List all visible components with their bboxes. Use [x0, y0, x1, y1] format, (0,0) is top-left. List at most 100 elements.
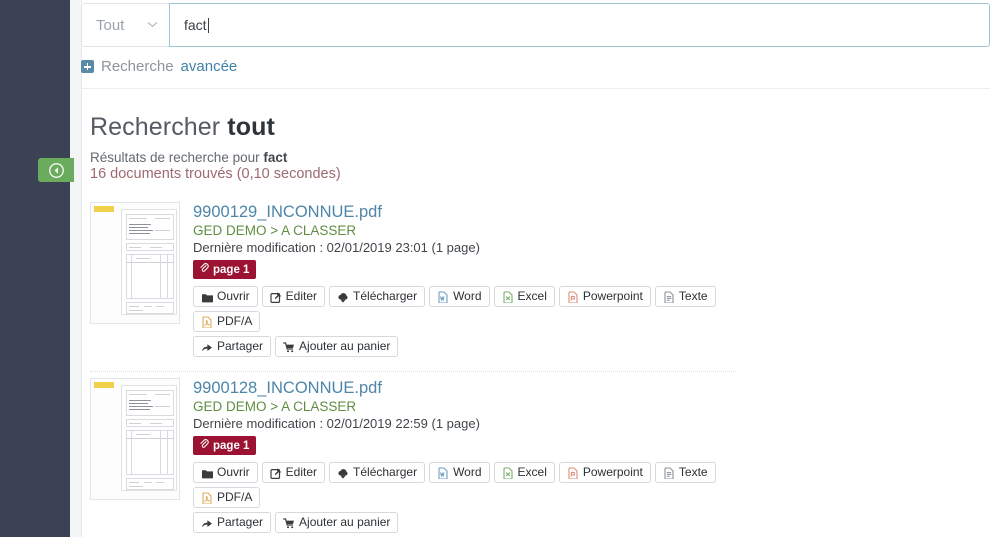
file-excel-icon [502, 466, 514, 479]
pdfa-button-label: PDF/A [217, 314, 253, 328]
edit-button[interactable]: Editer [261, 462, 326, 483]
secondary-action-row: Partager Ajouter au panier [193, 512, 736, 533]
thumbnail-page-preview [121, 385, 177, 491]
primary-action-row: Ouvrir Editer Télécharger Word Excel Powerpoi… [193, 286, 736, 332]
result-title-link[interactable]: 9900129_INCONNUE.pdf [193, 203, 736, 222]
advanced-search-toggle[interactable]: Recherche avancée [81, 58, 237, 75]
word-button-label: Word [453, 289, 482, 303]
results-list: 9900129_INCONNUE.pdf GED DEMO > A CLASSE… [90, 196, 990, 537]
powerpoint-button[interactable]: Powerpoint [558, 286, 651, 307]
open-button-label: Ouvrir [217, 289, 250, 303]
result-modified-meta: Dernière modification : 02/01/2019 22:59… [193, 416, 480, 431]
edit-button-label: Editer [285, 289, 318, 303]
share-button[interactable]: Partager [193, 512, 272, 533]
results-subtitle: Résultats de recherche pour fact [90, 150, 990, 165]
open-button[interactable]: Ouvrir [193, 286, 258, 307]
advanced-search-label-1: Recherche [101, 58, 174, 75]
file-text-icon [663, 290, 675, 303]
search-scope-value: Tout [96, 16, 125, 34]
cloud-download-icon [337, 291, 349, 303]
search-input-value: fact [184, 17, 207, 33]
arrow-circle-left-icon [48, 162, 64, 178]
thumbnail-page-preview [121, 209, 177, 315]
download-button-label: Télécharger [353, 465, 418, 479]
search-scope-select[interactable]: Tout [81, 3, 169, 47]
result-title-link[interactable]: 9900128_INCONNUE.pdf [193, 379, 736, 398]
open-button[interactable]: Ouvrir [193, 462, 258, 483]
primary-action-row: Ouvrir Editer Télécharger Word Excel Powerpoi… [193, 462, 736, 508]
results-subtitle-prefix: Résultats de recherche pour [90, 150, 260, 165]
edit-button[interactable]: Editer [261, 286, 326, 307]
share-button-label: Partager [217, 515, 264, 529]
excel-button-label: Excel [517, 289, 547, 303]
sidebar-collapse-button[interactable] [38, 158, 74, 182]
pdfa-button[interactable]: PDF/A [193, 487, 261, 508]
excel-button[interactable]: Excel [493, 286, 555, 307]
results-subtitle-query: fact [263, 150, 288, 165]
text-button-label: Texte [678, 289, 708, 303]
download-button[interactable]: Télécharger [329, 462, 426, 483]
cloud-download-icon [337, 467, 349, 479]
results-count: 16 documents trouvés (0,10 secondes) [90, 166, 341, 182]
add-to-cart-button-label: Ajouter au panier [299, 339, 391, 353]
result-page-badge-label: page 1 [213, 263, 250, 276]
powerpoint-button[interactable]: Powerpoint [558, 462, 651, 483]
result-modified-meta: Dernière modification : 02/01/2019 23:01… [193, 240, 480, 255]
text-button[interactable]: Texte [654, 286, 716, 307]
file-word-icon [437, 290, 449, 303]
thumbnail-highlight-icon [94, 206, 114, 212]
folder-icon [201, 291, 213, 303]
result-page-badge-label: page 1 [213, 439, 250, 452]
secondary-action-row: Partager Ajouter au panier [193, 336, 736, 357]
open-button-label: Ouvrir [217, 465, 250, 479]
share-arrow-icon [201, 517, 213, 529]
result-info: 9900129_INCONNUE.pdf GED DEMO > A CLASSE… [193, 202, 736, 361]
share-button[interactable]: Partager [193, 336, 272, 357]
paperclip-icon [199, 439, 209, 452]
excel-button-label: Excel [517, 465, 547, 479]
pdfa-button[interactable]: PDF/A [193, 311, 261, 332]
chevron-down-icon [147, 20, 158, 31]
powerpoint-button-label: Powerpoint [582, 289, 643, 303]
file-powerpoint-icon [567, 290, 579, 303]
result-page-badge[interactable]: page 1 [193, 260, 257, 279]
text-button[interactable]: Texte [654, 462, 716, 483]
share-arrow-icon [201, 341, 213, 353]
download-button[interactable]: Télécharger [329, 286, 426, 307]
search-input[interactable]: fact [169, 3, 990, 47]
pencil-square-icon [270, 467, 282, 479]
page-title: Rechercher tout [90, 113, 990, 142]
excel-button[interactable]: Excel [493, 462, 555, 483]
file-pdf-icon [201, 491, 213, 504]
add-to-cart-button[interactable]: Ajouter au panier [275, 512, 399, 533]
plus-square-icon [81, 60, 94, 73]
add-to-cart-button-label: Ajouter au panier [299, 515, 391, 529]
word-button[interactable]: Word [429, 462, 490, 483]
app-root: Tout fact Recherche avancée Rechercher t… [0, 0, 990, 537]
results-panel: Rechercher tout Résultats de recherche p… [82, 88, 990, 537]
pencil-square-icon [270, 291, 282, 303]
document-thumbnail[interactable] [90, 202, 180, 324]
word-button[interactable]: Word [429, 286, 490, 307]
file-word-icon [437, 466, 449, 479]
text-caret [207, 17, 209, 33]
page-title-strong: tout [227, 113, 275, 141]
result-item: 9900128_INCONNUE.pdf GED DEMO > A CLASSE… [90, 372, 736, 537]
cart-icon [283, 341, 295, 353]
powerpoint-button-label: Powerpoint [582, 465, 643, 479]
paperclip-icon [199, 263, 209, 276]
add-to-cart-button[interactable]: Ajouter au panier [275, 336, 399, 357]
result-path: GED DEMO > A CLASSER [193, 223, 357, 238]
left-sidebar [0, 0, 70, 537]
edit-button-label: Editer [285, 465, 318, 479]
file-powerpoint-icon [567, 466, 579, 479]
file-pdf-icon [201, 315, 213, 328]
file-excel-icon [502, 290, 514, 303]
document-thumbnail[interactable] [90, 378, 180, 500]
result-info: 9900128_INCONNUE.pdf GED DEMO > A CLASSE… [193, 378, 736, 537]
download-button-label: Télécharger [353, 289, 418, 303]
text-button-label: Texte [678, 465, 708, 479]
search-bar: Tout fact [81, 3, 990, 47]
result-item: 9900129_INCONNUE.pdf GED DEMO > A CLASSE… [90, 196, 736, 372]
result-page-badge[interactable]: page 1 [193, 436, 257, 455]
